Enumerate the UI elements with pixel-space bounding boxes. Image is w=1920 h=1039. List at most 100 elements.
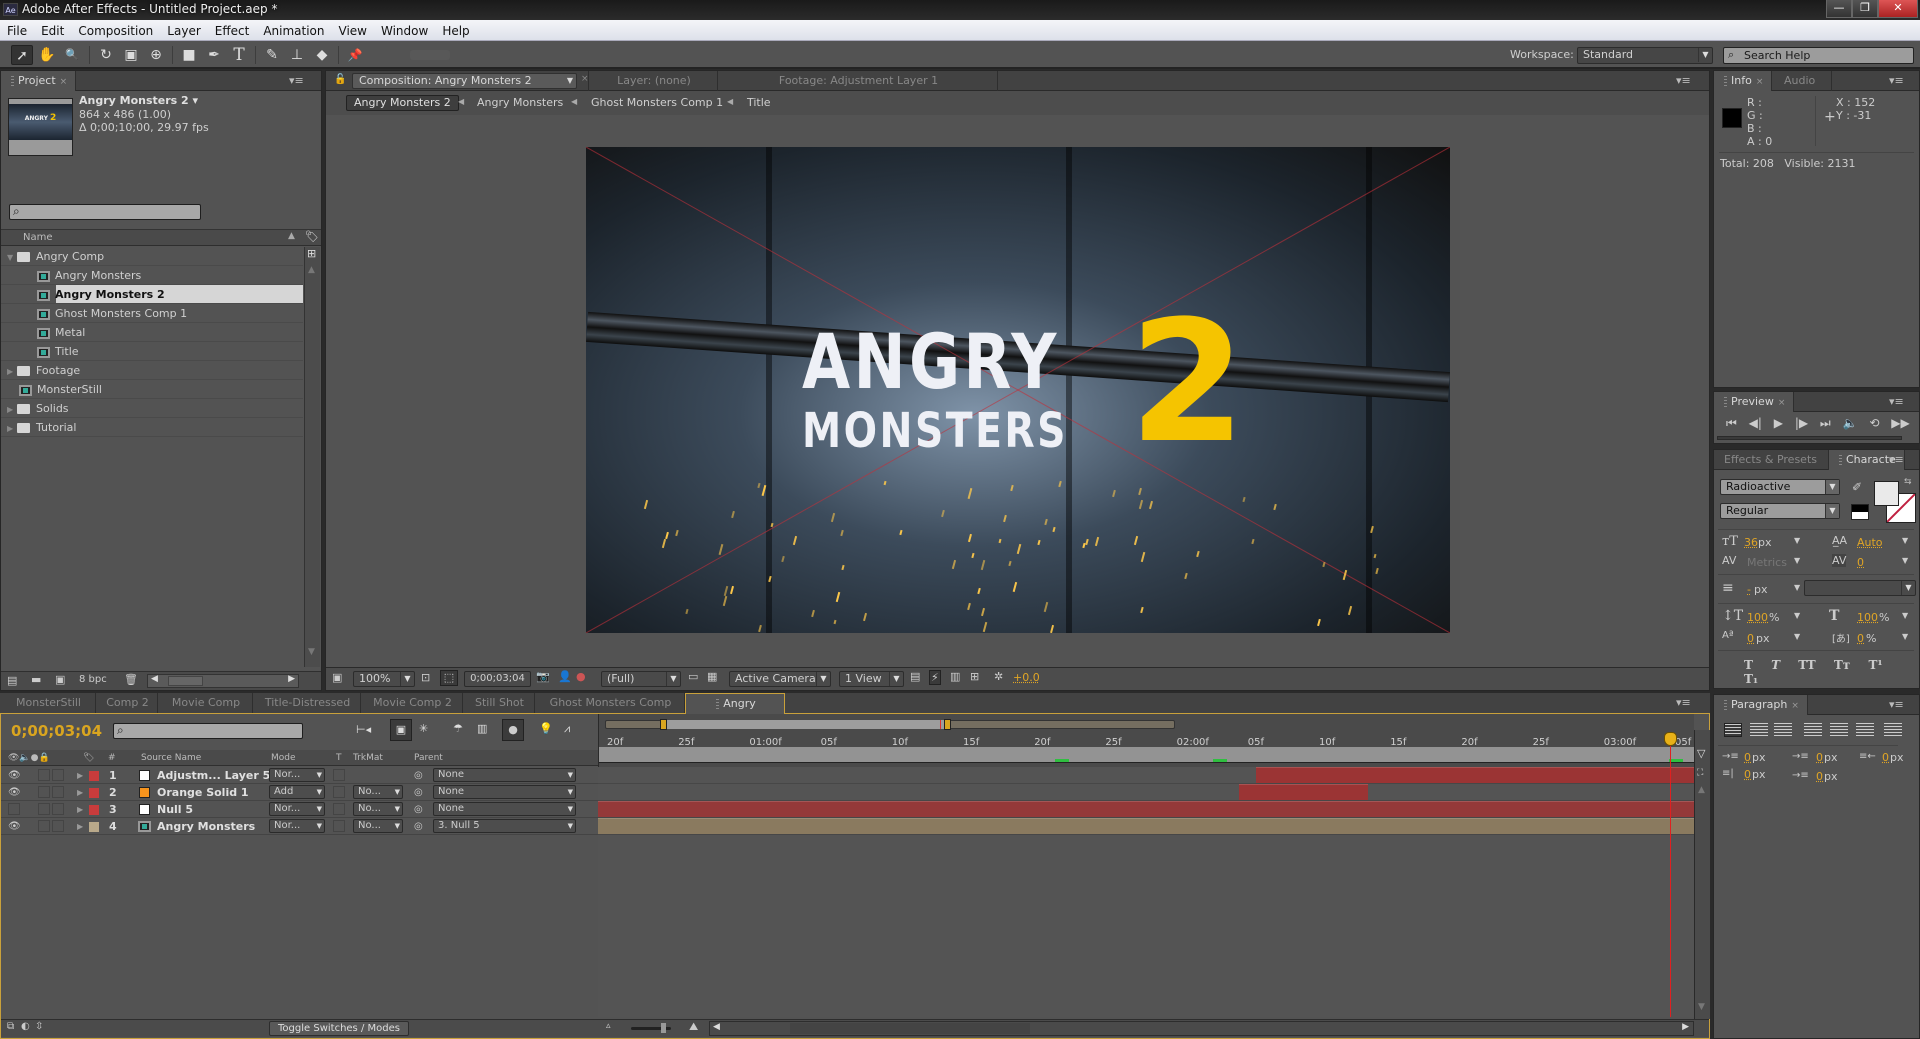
chevron-down-icon[interactable]: ▼ (1794, 583, 1800, 592)
always-preview-icon[interactable]: ▣ (332, 671, 342, 684)
small-caps-button[interactable]: Tт (1834, 658, 1850, 672)
previous-frame-icon[interactable]: ◀| (1749, 416, 1762, 430)
project-search-input[interactable]: ⌕ (9, 204, 201, 220)
timeline-h-scrollbar[interactable]: ◀ ▶ (709, 1021, 1694, 1036)
puppet-pin-tool-icon[interactable]: 📌 (344, 45, 366, 65)
black-white-swatch[interactable] (1851, 504, 1869, 520)
transfer-controls-icon[interactable]: ◐ (21, 1021, 30, 1032)
zoom-slider[interactable] (631, 1023, 671, 1033)
sort-up-icon[interactable]: ▲ (288, 231, 295, 241)
pick-whip-icon[interactable]: ◎ (414, 801, 423, 818)
magnification-dropdown[interactable]: 100% ▼ (353, 671, 415, 687)
motion-blur-icon[interactable]: ● (502, 719, 524, 741)
minimize-button[interactable]: — (1826, 0, 1852, 18)
stroke-width-value[interactable]: - (1747, 583, 1751, 596)
eraser-tool-icon[interactable]: ◆ (311, 45, 333, 65)
space-after-value[interactable]: 0 (1816, 770, 1823, 783)
tab-layer[interactable]: Layer: (none) (588, 71, 718, 91)
tab-audio[interactable]: Audio (1774, 71, 1832, 91)
blend-mode-dropdown[interactable]: Nor... ▼ (269, 802, 325, 816)
menu-layer[interactable]: Layer (160, 20, 207, 40)
kerning-value[interactable]: Metrics (1747, 556, 1787, 569)
fast-previews-icon[interactable]: ⚡ (929, 670, 941, 685)
project-item[interactable]: Metal (1, 323, 303, 342)
zoom-in-icon[interactable]: ⛰ (689, 1020, 698, 1034)
trash-icon[interactable]: 🗑 (124, 673, 138, 686)
align-center-icon[interactable] (1750, 723, 1768, 737)
fill-color-swatch[interactable] (1874, 481, 1899, 506)
visibility-toggle[interactable] (8, 803, 20, 815)
brush-tool-icon[interactable]: ✎ (261, 45, 283, 65)
expand-right-icon[interactable]: ▶ (7, 419, 17, 438)
timeline-tab[interactable]: Title-Distressed (253, 693, 361, 713)
grid-icon[interactable]: ⊡ (421, 671, 430, 684)
label-color[interactable] (89, 771, 99, 781)
graph-editor-icon[interactable]: ⩘ (564, 722, 570, 736)
panel-menu-icon[interactable]: ▾≡ (1676, 74, 1691, 87)
menu-composition[interactable]: Composition (71, 20, 160, 40)
layer-duration-bar[interactable] (598, 801, 1694, 817)
chevron-down-icon[interactable]: ▼ (1794, 536, 1800, 545)
tab-info[interactable]: Info × (1714, 71, 1773, 91)
lock-toggle[interactable] (52, 820, 64, 832)
label-color[interactable] (89, 788, 99, 798)
new-comp-icon[interactable]: ▣ (55, 673, 65, 686)
indent-first-line-value[interactable]: 0 (1816, 751, 1823, 764)
indent-left-value[interactable]: 0 (1744, 751, 1751, 764)
frame-blending-icon[interactable]: ▥ (477, 722, 487, 735)
justify-left-icon[interactable] (1804, 723, 1822, 737)
layer-row[interactable]: 👁 ▶ 2 Orange Solid 1 Add ▼ No... ▼ ◎ None ▼ (1, 784, 598, 801)
project-item[interactable]: Angry Monsters 2 (1, 285, 303, 304)
loop-icon[interactable]: ⟲ (1869, 416, 1879, 430)
tab-footage[interactable]: Footage: Adjustment Layer 1 (718, 71, 998, 91)
menu-animation[interactable]: Animation (256, 20, 331, 40)
project-item[interactable]: ▼ Angry Comp (1, 247, 303, 266)
close-button[interactable]: ✕ (1878, 0, 1918, 18)
justify-center-icon[interactable] (1830, 723, 1848, 737)
expand-right-icon[interactable]: ▶ (77, 801, 83, 818)
workspace-dropdown[interactable]: Standard ▼ (1577, 47, 1713, 64)
blend-mode-dropdown[interactable]: Nor... ▼ (269, 768, 325, 782)
tab-project[interactable]: Project × (1, 71, 77, 91)
hand-tool-icon[interactable]: ✋ (36, 45, 58, 65)
label-tag-icon[interactable]: 🏷 (305, 230, 319, 243)
panel-menu-icon[interactable]: ▾≡ (1889, 698, 1904, 711)
preserve-transparency-toggle[interactable] (333, 803, 345, 815)
chevron-down-icon[interactable]: ▼ (1902, 556, 1908, 565)
panel-menu-icon[interactable]: ▾≡ (1889, 74, 1904, 87)
solo-toggle[interactable] (38, 820, 50, 832)
tab-composition[interactable]: Composition: Angry Monsters 2 ▼ (352, 73, 577, 89)
exposure-value[interactable]: +0.0 (1013, 671, 1040, 684)
eyedropper-icon[interactable]: ✐ (1852, 480, 1862, 494)
flowchart-icon[interactable]: ⊞ (307, 247, 316, 260)
bit-depth-button[interactable]: 8 bpc (79, 674, 107, 685)
menu-view[interactable]: View (332, 20, 374, 40)
project-item[interactable]: ▶ Tutorial (1, 418, 303, 437)
layer-name[interactable]: Angry Monsters (157, 818, 255, 835)
timeline-search-input[interactable]: ⌕ (113, 723, 303, 739)
view-layout-dropdown[interactable]: 1 View ▼ (839, 671, 904, 687)
timeline-tab[interactable]: Comp 2 (96, 693, 158, 713)
parent-dropdown[interactable]: 3. Null 5 ▼ (433, 819, 576, 833)
snapshot-icon[interactable]: 📷 (536, 670, 550, 683)
chevron-down-icon[interactable]: ▼ (1794, 632, 1800, 641)
camera-view-dropdown[interactable]: Active Camera ▼ (729, 671, 831, 687)
vertical-scale-value[interactable]: 100 (1747, 611, 1768, 624)
expand-right-icon[interactable]: ▶ (77, 818, 83, 835)
blend-mode-dropdown[interactable]: Nor... ▼ (269, 819, 325, 833)
camera-tool-icon[interactable]: ▣ (120, 45, 142, 65)
layer-duration-bar[interactable] (1239, 784, 1369, 800)
new-folder-icon[interactable]: ▬ (31, 673, 41, 686)
tab-paragraph[interactable]: Paragraph × (1714, 695, 1808, 715)
first-frame-icon[interactable]: ⏮ (1726, 416, 1737, 430)
ram-preview-icon[interactable]: ▶▶ (1891, 416, 1909, 430)
toggle-switches-modes-button[interactable]: Toggle Switches / Modes (269, 1021, 409, 1036)
track-matte-dropdown[interactable]: No... ▼ (353, 819, 403, 833)
font-family-dropdown[interactable]: Radioactive ▼ (1720, 479, 1840, 495)
scroll-up-icon[interactable]: ▲ (308, 265, 315, 275)
project-item[interactable]: MonsterStill (1, 380, 303, 399)
resolution-dropdown[interactable]: (Full) ▼ (601, 671, 681, 687)
expand-down-icon[interactable]: ▼ (7, 248, 17, 267)
preserve-transparency-toggle[interactable] (333, 786, 345, 798)
font-size-value[interactable]: 36 (1744, 536, 1758, 549)
